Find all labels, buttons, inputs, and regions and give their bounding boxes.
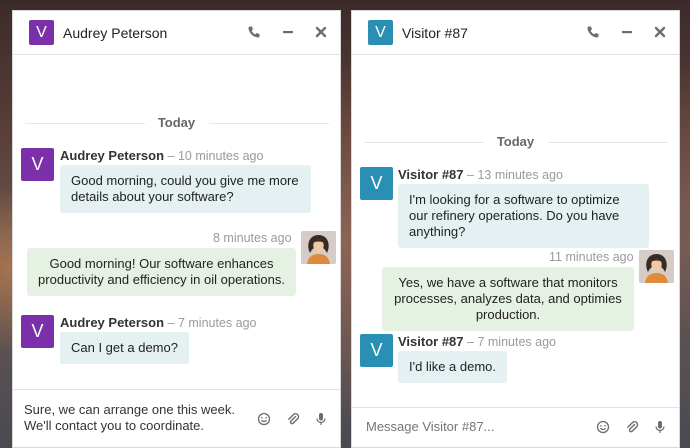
message-time: 8 minutes ago bbox=[213, 231, 292, 245]
chat-title: Visitor #87 bbox=[402, 25, 468, 41]
minimize-icon[interactable] bbox=[281, 25, 295, 39]
chat-window-visitor-87: V Visitor #87 Today V Visitor #87 – 13 m… bbox=[351, 10, 680, 448]
message-time: 10 minutes ago bbox=[177, 149, 264, 163]
message-bubble: Good morning, could you give me more det… bbox=[60, 165, 311, 213]
composer-bar: Sure, we can arrange one this week. We'l… bbox=[13, 389, 340, 447]
message-separator: – bbox=[467, 335, 478, 349]
paperclip-icon[interactable] bbox=[625, 420, 639, 434]
avatar: V bbox=[360, 334, 393, 367]
avatar: V bbox=[21, 315, 54, 348]
agent-avatar bbox=[639, 250, 674, 283]
message-sender: Audrey Peterson bbox=[60, 148, 165, 163]
message-sender: Audrey Peterson bbox=[60, 315, 165, 330]
minimize-icon[interactable] bbox=[620, 25, 634, 39]
message-time: 13 minutes ago bbox=[477, 168, 563, 182]
chat-title: Audrey Peterson bbox=[63, 25, 168, 41]
message-bubble: Yes, we have a software that monitors pr… bbox=[382, 267, 634, 331]
microphone-icon[interactable] bbox=[653, 420, 667, 434]
message-meta: Audrey Peterson – 7 minutes ago bbox=[60, 315, 257, 330]
message-time: 7 minutes ago bbox=[177, 316, 257, 330]
phone-icon[interactable] bbox=[247, 25, 261, 39]
message-separator: – bbox=[467, 168, 478, 182]
phone-icon[interactable] bbox=[586, 25, 600, 39]
message-input[interactable] bbox=[366, 419, 581, 435]
composer-bar bbox=[352, 407, 679, 447]
day-separator: Today bbox=[352, 134, 679, 149]
chat-header: V Visitor #87 bbox=[352, 11, 679, 55]
chat-window-audrey-peterson: V Audrey Peterson Today V Audrey Peterso… bbox=[12, 10, 341, 448]
avatar: V bbox=[368, 20, 393, 45]
emoji-icon[interactable] bbox=[257, 412, 271, 426]
message-separator: – bbox=[167, 316, 178, 330]
paperclip-icon[interactable] bbox=[286, 412, 300, 426]
message-meta: Visitor #87 – 13 minutes ago bbox=[398, 167, 563, 182]
message-meta: Audrey Peterson – 10 minutes ago bbox=[60, 148, 263, 163]
message-input[interactable]: Sure, we can arrange one this week. We'l… bbox=[24, 402, 258, 434]
message-sender: Visitor #87 bbox=[398, 167, 464, 182]
avatar: V bbox=[21, 148, 54, 181]
close-icon[interactable] bbox=[314, 25, 328, 39]
message-time: 7 minutes ago bbox=[477, 335, 556, 349]
message-bubble: I'd like a demo. bbox=[398, 351, 508, 383]
avatar: V bbox=[29, 20, 54, 45]
close-icon[interactable] bbox=[653, 25, 667, 39]
message-time: 11 minutes ago bbox=[549, 250, 634, 264]
chat-header: V Audrey Peterson bbox=[13, 11, 340, 55]
day-separator: Today bbox=[13, 115, 340, 130]
microphone-icon[interactable] bbox=[314, 412, 328, 426]
message-sender: Visitor #87 bbox=[398, 334, 464, 349]
emoji-icon[interactable] bbox=[596, 420, 610, 434]
message-bubble: I'm looking for a software to optimize o… bbox=[398, 184, 649, 248]
day-separator-label: Today bbox=[496, 134, 535, 149]
message-bubble: Can I get a demo? bbox=[60, 332, 189, 364]
message-bubble: Good morning! Our software enhances prod… bbox=[27, 248, 296, 296]
day-separator-label: Today bbox=[157, 115, 196, 130]
agent-avatar bbox=[301, 231, 336, 264]
message-separator: – bbox=[167, 149, 178, 163]
message-meta: Visitor #87 – 7 minutes ago bbox=[398, 334, 556, 349]
avatar: V bbox=[360, 167, 393, 200]
